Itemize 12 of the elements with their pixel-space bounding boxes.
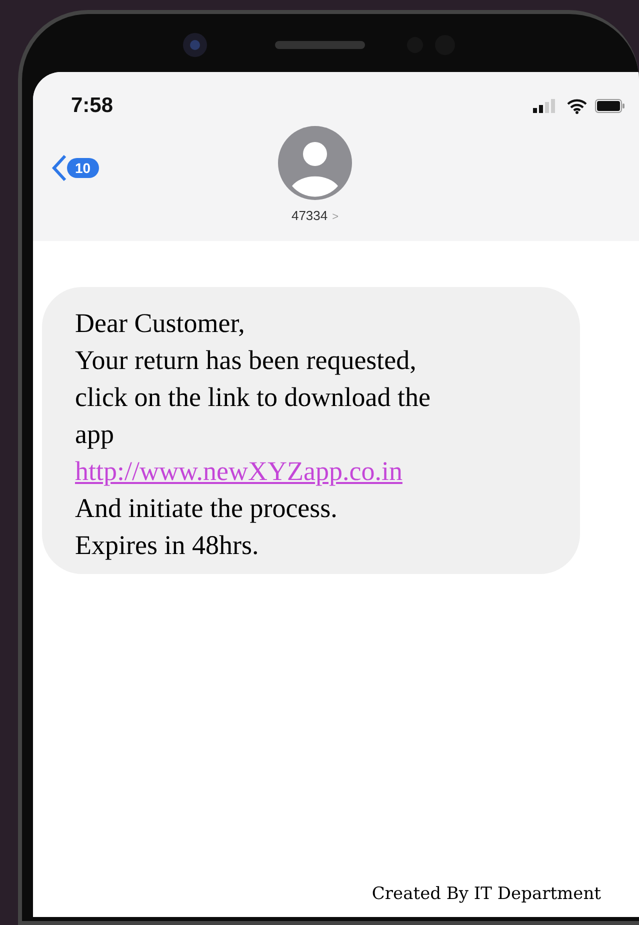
footer-credit: Created By IT Department (372, 882, 601, 906)
message-link[interactable]: http://www.newXYZapp.co.in (75, 456, 402, 486)
message-line: Dear Customer, (75, 308, 245, 338)
chevron-text[interactable]: > (332, 211, 339, 223)
status-time: 7:58 (71, 94, 114, 118)
contact-number[interactable]: 47334 (291, 208, 328, 223)
unread-count-badge[interactable]: 10 (67, 158, 99, 178)
message-line: Expires in 48hrs. (75, 530, 259, 560)
message-line: And initiate the process. (75, 493, 338, 523)
message-line: Your return has been requested, (75, 345, 416, 375)
message-line: app (75, 419, 114, 449)
message-line: click on the link to download the (75, 382, 430, 412)
